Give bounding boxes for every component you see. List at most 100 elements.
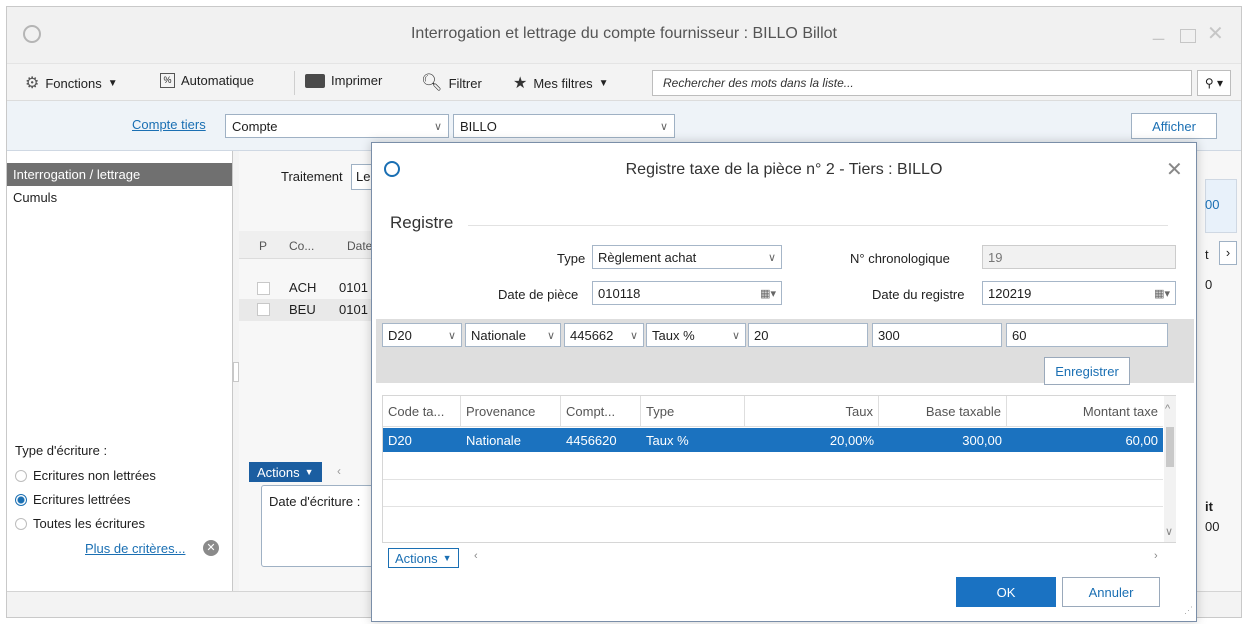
type-taxe-combo[interactable]: Taux % ∨ bbox=[646, 323, 746, 347]
provenance-combo[interactable]: Nationale ∨ bbox=[465, 323, 561, 347]
imprimer-label: Imprimer bbox=[331, 73, 383, 88]
automatic-icon: % bbox=[160, 73, 175, 88]
type-combo[interactable]: Règlement achat ∨ bbox=[592, 245, 782, 269]
maximize-icon[interactable] bbox=[1180, 29, 1196, 43]
gear-icon: ⚙ bbox=[25, 75, 40, 92]
automatique-button[interactable]: % Automatique bbox=[160, 73, 254, 88]
type-taxe-value: Taux % bbox=[652, 327, 695, 343]
col-type[interactable]: Type bbox=[641, 396, 745, 426]
left-navigation: Interrogation / lettrage Cumuls Type d'é… bbox=[7, 151, 233, 591]
printer-icon bbox=[305, 73, 325, 88]
chevron-down-icon: ∨ bbox=[659, 120, 668, 133]
search-button[interactable]: ⚲ ▾ bbox=[1197, 70, 1231, 96]
date-ecriture-label: Date d'écriture : bbox=[269, 494, 361, 509]
date-piece-field[interactable]: 010118 ▦▾ bbox=[592, 281, 782, 305]
table-row[interactable]: D20 Nationale 4456620 Taux % 20,00% 300,… bbox=[383, 428, 1163, 452]
type-value: Règlement achat bbox=[598, 249, 697, 265]
actions-label: Actions bbox=[395, 550, 438, 566]
filtrer-button[interactable]: 🔍︎ Filtrer bbox=[421, 73, 482, 93]
col-montant[interactable]: Montant taxe bbox=[1007, 396, 1163, 426]
annuler-button[interactable]: Annuler bbox=[1062, 577, 1160, 607]
row-code: BEU bbox=[289, 302, 316, 317]
nav-item-cumuls[interactable]: Cumuls bbox=[7, 186, 232, 209]
scroll-up-icon[interactable]: ^ bbox=[1165, 403, 1170, 415]
type-ecriture-label: Type d'écriture : bbox=[15, 443, 108, 458]
compte-value: 445662 bbox=[570, 327, 614, 343]
cell-code: D20 bbox=[388, 432, 412, 448]
toolbar: ⚙ Fonctions ▼ % Automatique Imprimer 🔍︎ … bbox=[7, 63, 1241, 101]
nav-item-interrogation[interactable]: Interrogation / lettrage bbox=[7, 163, 232, 186]
minimize-icon[interactable]: _ bbox=[1153, 19, 1164, 42]
plus-criteres-link[interactable]: Plus de critères... bbox=[85, 541, 185, 556]
tiers-combo[interactable]: BILLO ∨ bbox=[453, 114, 675, 138]
tiers-combo-value: BILLO bbox=[460, 118, 497, 134]
mes-filtres-menu[interactable]: ★ Mes filtres ▼ bbox=[513, 73, 608, 93]
enregistrer-button[interactable]: Enregistrer bbox=[1044, 357, 1130, 385]
clear-criteria-icon[interactable]: ✕ bbox=[203, 540, 219, 556]
resize-grip-icon[interactable]: ⋰ bbox=[1184, 605, 1193, 616]
radio-non-lettrees[interactable]: Ecritures non lettrées bbox=[15, 468, 156, 483]
traitement-label: Traitement bbox=[281, 169, 343, 184]
caret-down-icon: ▼ bbox=[442, 553, 452, 563]
row-code: ACH bbox=[289, 280, 317, 295]
compte-tiers-link[interactable]: Compte tiers bbox=[132, 117, 206, 132]
calendar-icon[interactable]: ▦▾ bbox=[760, 287, 776, 300]
scroll-down-icon[interactable]: ∨ bbox=[1165, 525, 1173, 538]
col-provenance[interactable]: Provenance bbox=[461, 396, 561, 426]
ok-button[interactable]: OK bbox=[956, 577, 1056, 607]
row-divider bbox=[383, 506, 1163, 507]
window-title: Interrogation et lettrage du compte four… bbox=[410, 25, 837, 42]
afficher-button[interactable]: Afficher bbox=[1131, 113, 1217, 139]
col-compte[interactable]: Compt... bbox=[561, 396, 641, 426]
base-field[interactable]: 300 bbox=[872, 323, 1002, 347]
actions-button[interactable]: Actions ▼ bbox=[249, 462, 322, 482]
taux-field[interactable]: 20 bbox=[748, 323, 868, 347]
chevron-left-icon[interactable]: ‹ bbox=[337, 464, 341, 478]
chrono-label: N° chronologique bbox=[850, 251, 950, 266]
filtrer-label: Filtrer bbox=[448, 75, 482, 91]
date-registre-field[interactable]: 120219 ▦▾ bbox=[982, 281, 1176, 305]
section-title: Registre bbox=[390, 213, 454, 232]
radio-lettrees[interactable]: Ecritures lettrées bbox=[15, 492, 131, 507]
col-taux[interactable]: Taux bbox=[745, 396, 879, 426]
search-placeholder: Rechercher des mots dans la liste... bbox=[663, 76, 854, 90]
vertical-scrollbar[interactable] bbox=[1164, 396, 1176, 542]
code-taxe-combo[interactable]: D20 ∨ bbox=[382, 323, 462, 347]
table-header: Code ta... Provenance Compt... Type Taux… bbox=[383, 396, 1163, 427]
close-icon[interactable]: ✕ bbox=[1207, 21, 1224, 46]
row-checkbox[interactable] bbox=[257, 282, 270, 295]
chevron-right-icon[interactable]: › bbox=[1219, 241, 1237, 265]
col-base[interactable]: Base taxable bbox=[879, 396, 1007, 426]
radio-label: Toutes les écritures bbox=[33, 516, 145, 531]
search-icon: ⚲ ▾ bbox=[1204, 76, 1224, 90]
col-code-taxe[interactable]: Code ta... bbox=[383, 396, 461, 426]
row-divider bbox=[383, 479, 1163, 480]
date-piece-value: 010118 bbox=[598, 285, 641, 301]
radio-toutes[interactable]: Toutes les écritures bbox=[15, 516, 145, 531]
fonctions-menu[interactable]: ⚙ Fonctions ▼ bbox=[25, 73, 118, 93]
chevron-left-icon[interactable]: ‹ bbox=[474, 550, 478, 562]
chrono-field: 19 bbox=[982, 245, 1176, 269]
col-code: Co... bbox=[289, 239, 315, 253]
date-registre-label: Date du registre bbox=[872, 287, 965, 302]
search-input[interactable]: Rechercher des mots dans la liste... bbox=[652, 70, 1192, 96]
chevron-down-icon: ∨ bbox=[629, 329, 638, 342]
montant-field[interactable]: 60 bbox=[1006, 323, 1168, 347]
col-p: P bbox=[259, 239, 268, 253]
imprimer-button[interactable]: Imprimer bbox=[305, 73, 382, 88]
calendar-icon[interactable]: ▦▾ bbox=[1154, 287, 1170, 300]
caret-down-icon: ▼ bbox=[598, 77, 609, 89]
close-icon[interactable]: ✕ bbox=[1166, 157, 1183, 182]
automatique-label: Automatique bbox=[181, 73, 254, 88]
scrollbar-thumb[interactable] bbox=[1166, 427, 1174, 467]
star-icon: ★ bbox=[513, 75, 528, 92]
radio-label: Ecritures lettrées bbox=[33, 492, 131, 507]
actions-button[interactable]: Actions ▼ bbox=[388, 548, 459, 568]
compte-combo[interactable]: 445662 ∨ bbox=[564, 323, 644, 347]
compte-combo[interactable]: Compte ∨ bbox=[225, 114, 449, 138]
date-registre-value: 120219 bbox=[988, 285, 1032, 301]
row-checkbox[interactable] bbox=[257, 303, 270, 316]
title-bar: Interrogation et lettrage du compte four… bbox=[7, 7, 1241, 63]
chevron-right-icon[interactable]: › bbox=[1154, 550, 1158, 562]
chevron-down-icon: ∨ bbox=[433, 120, 442, 133]
